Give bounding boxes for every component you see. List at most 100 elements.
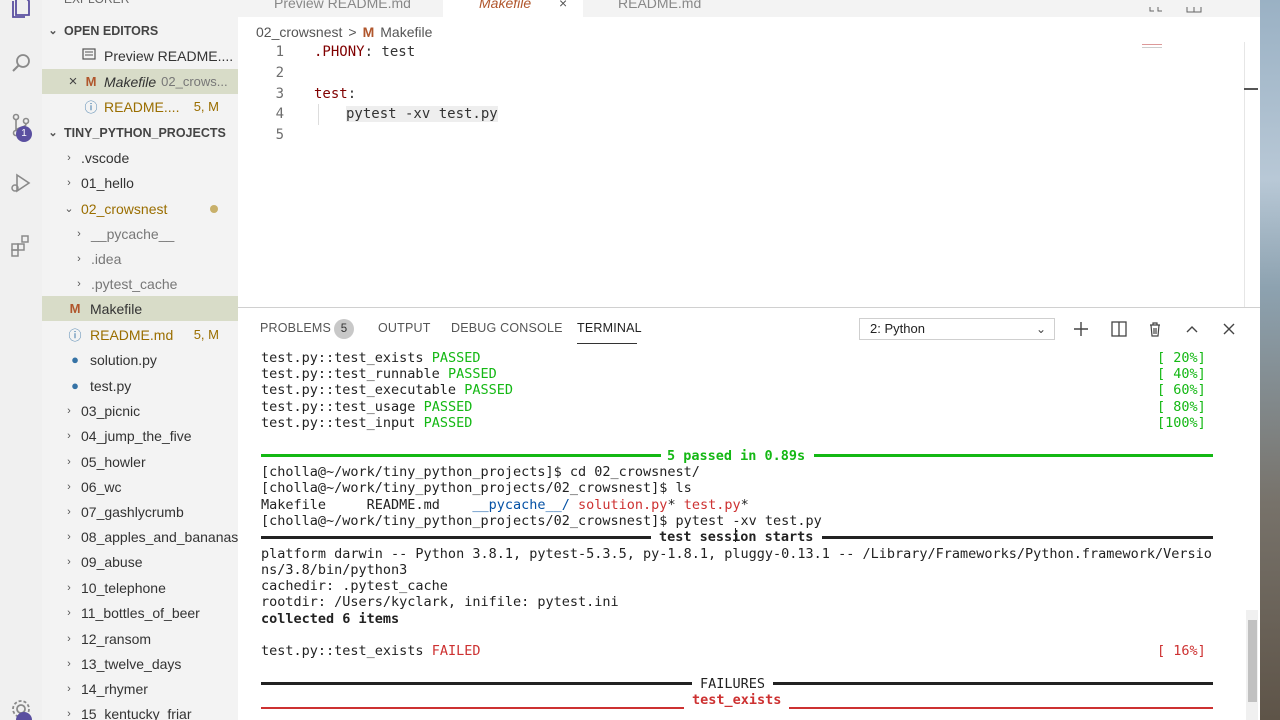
extensions-icon[interactable] [0, 228, 42, 262]
tree-file[interactable]: ● solution.py [42, 347, 238, 372]
tree-file-selected[interactable]: M Makefile [42, 296, 238, 321]
separator-rule [261, 536, 651, 539]
makefile-icon: M [85, 74, 97, 89]
search-icon[interactable] [0, 46, 42, 80]
info-icon: ⓘ [84, 100, 98, 115]
terminal-line: test.py::test_exists FAILED [261, 643, 480, 659]
tree-folder[interactable]: › __pycache__ [42, 221, 238, 246]
ls-exec-suffix: * [667, 497, 676, 513]
open-editor-item[interactable]: ⓘ README.... 5, M [42, 94, 238, 119]
tab-output[interactable]: OUTPUT [378, 321, 431, 335]
ls-exec-suffix: * [740, 497, 749, 513]
tree-folder[interactable]: › 15_kentucky_friar [42, 701, 238, 720]
maximize-panel-icon[interactable] [1181, 318, 1203, 340]
tree-folder[interactable]: › 14_rhymer [42, 676, 238, 701]
tree-folder[interactable]: › 12_ransom [42, 626, 238, 651]
tree-label: .pytest_cache [91, 275, 178, 292]
terminal-scrollbar-thumb[interactable] [1248, 620, 1257, 702]
tab-readme[interactable]: README.md [584, 0, 732, 17]
tree-label: 07_gashlycrumb [81, 503, 184, 520]
preview-icon [80, 48, 98, 63]
tab-preview-readme[interactable]: Preview README.md [238, 0, 442, 17]
tree-folder[interactable]: › .vscode [42, 145, 238, 170]
close-icon[interactable]: × [64, 73, 82, 90]
separator-rule [822, 536, 1213, 539]
terminal-line: test.py::test_executable PASSED [261, 382, 513, 398]
chevron-right-icon: › [67, 530, 71, 543]
editor-scrollbar[interactable] [1244, 42, 1245, 307]
breadcrumb-file[interactable]: Makefile [380, 24, 432, 40]
terminal[interactable]: test.py::test_exists PASSED [ 20%] test.… [238, 348, 1260, 720]
breadcrumb-folder[interactable]: 02_crowsnest [256, 24, 342, 40]
tree-file[interactable]: ⓘ README.md 5, M [42, 322, 238, 347]
tree-folder[interactable]: › 09_abuse [42, 549, 238, 574]
tree-folder[interactable]: › 11_bottles_of_beer [42, 600, 238, 625]
tree-folder[interactable]: › 03_picnic [42, 398, 238, 423]
close-tab-icon[interactable]: × [559, 0, 567, 11]
tree-label: 05_howler [81, 453, 146, 470]
terminal-select-value: 2: Python [870, 321, 925, 336]
tree-folder[interactable]: › .pytest_cache [42, 271, 238, 296]
open-editor-item-active[interactable]: × M Makefile 02_crows... [42, 69, 238, 94]
tree-folder[interactable]: › 08_apples_and_bananas [42, 524, 238, 549]
compare-icon[interactable] [1148, 0, 1164, 12]
debug-icon[interactable] [0, 166, 42, 200]
open-editor-item[interactable]: Preview README.... [42, 43, 238, 68]
terminal-output: rootdir: /Users/kyclark, inifile: pytest… [261, 594, 619, 610]
chevron-right-icon: › [67, 682, 71, 695]
open-editors-label: OPEN EDITORS [64, 23, 159, 38]
code-token: : test [364, 44, 416, 60]
tree-label: 06_wc [81, 478, 122, 495]
tab-terminal[interactable]: TERMINAL [577, 321, 642, 335]
tree-folder[interactable]: › 07_gashlycrumb [42, 499, 238, 524]
minimap[interactable] [1142, 44, 1162, 48]
tree-folder[interactable]: › .idea [42, 246, 238, 271]
test-progress: [ 20%] [1157, 350, 1206, 366]
text-cursor [735, 528, 736, 542]
close-panel-icon[interactable] [1218, 318, 1240, 340]
chevron-down-icon: ⌄ [1035, 322, 1046, 336]
files-icon[interactable] [0, 0, 42, 24]
tab-makefile[interactable]: Makefile × [443, 0, 583, 17]
test-status: PASSED [423, 399, 473, 415]
editor-tab-bar: Preview README.md Makefile × README.md [238, 0, 1260, 17]
trash-icon[interactable] [1144, 318, 1166, 340]
tree-label: solution.py [90, 351, 157, 368]
tree-label: .vscode [81, 149, 130, 166]
test-progress: [ 80%] [1157, 399, 1206, 415]
separator-rule [789, 707, 1213, 709]
terminal-output: cachedir: .pytest_cache [261, 578, 448, 594]
panel-tab-bar: PROBLEMS 5 OUTPUT DEBUG CONSOLE TERMINAL… [238, 308, 1260, 348]
tree-label: 04_jump_the_five [81, 427, 192, 444]
chevron-down-icon: ⌄ [48, 127, 58, 139]
code-line-1: .PHONY: test [314, 42, 415, 63]
split-editor-icon[interactable] [1186, 0, 1202, 13]
project-header[interactable]: ⌄ TINY_PYTHON_PROJECTS [42, 120, 238, 145]
chevron-right-icon: › [67, 455, 71, 468]
chevron-right-icon: › [77, 227, 81, 240]
terminal-select[interactable]: 2: Python ⌄ [859, 318, 1055, 340]
add-terminal-icon[interactable] [1070, 318, 1092, 340]
tree-folder[interactable]: › 06_wc [42, 474, 238, 499]
chevron-down-icon: ⌄ [48, 25, 58, 37]
tree-folder[interactable]: › 04_jump_the_five [42, 423, 238, 448]
tab-problems[interactable]: PROBLEMS [260, 321, 331, 335]
tree-file[interactable]: ● test.py [42, 373, 238, 398]
chevron-right-icon: › [77, 277, 81, 290]
open-editors-header[interactable]: ⌄ OPEN EDITORS [42, 18, 238, 43]
tree-folder[interactable]: › 13_twelve_days [42, 651, 238, 676]
split-terminal-icon[interactable] [1108, 318, 1130, 340]
tree-folder-open[interactable]: ⌄ 02_crowsnest [42, 196, 238, 221]
chevron-right-icon: › [67, 581, 71, 594]
tree-folder[interactable]: › 01_hello [42, 170, 238, 195]
explorer-sidebar: EXPLORER ⌄ OPEN EDITORS Preview README..… [42, 0, 238, 720]
overview-ruler-mark [1244, 88, 1258, 90]
tree-folder[interactable]: › 05_howler [42, 449, 238, 474]
failures-header: FAILURES [700, 676, 766, 692]
modified-dot [210, 204, 218, 213]
tab-debug-console[interactable]: DEBUG CONSOLE [451, 321, 563, 335]
test-progress: [100%] [1157, 415, 1206, 431]
code-editor[interactable]: 1 2 3 4 5 .PHONY: test test: pytest -xv … [238, 42, 1260, 307]
separator-rule [261, 707, 684, 709]
tree-folder[interactable]: › 10_telephone [42, 575, 238, 600]
